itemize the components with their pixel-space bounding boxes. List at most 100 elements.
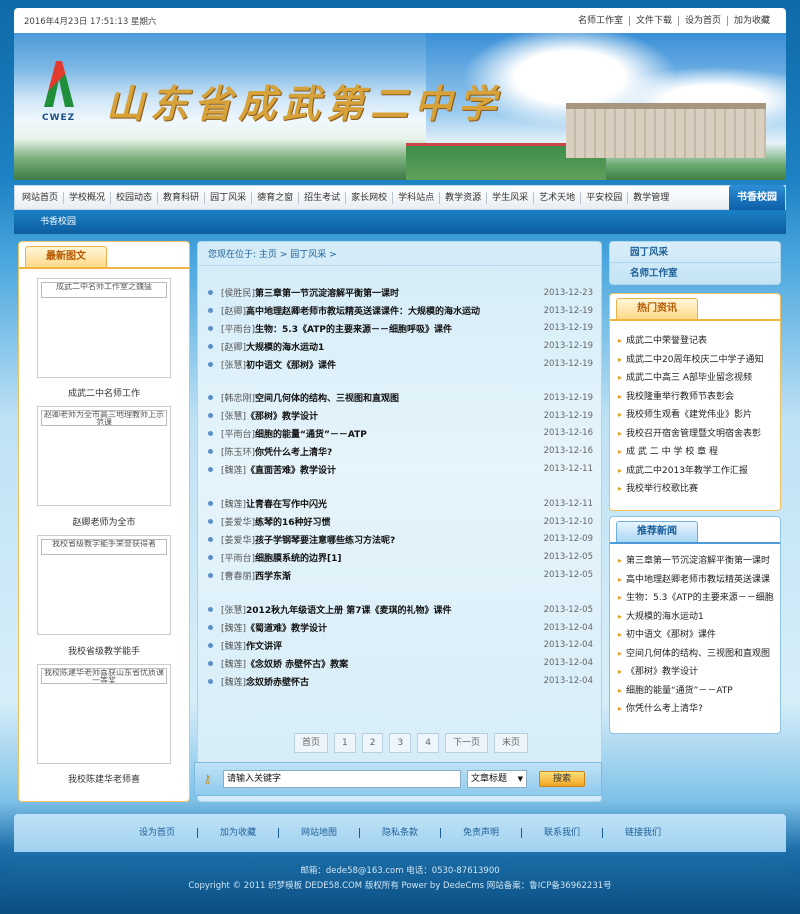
sub-nav-reading[interactable]: 书香校园 — [40, 217, 76, 227]
nav-item-parents[interactable]: 家长网校 — [346, 191, 394, 204]
nav-item-management[interactable]: 教学管理 — [628, 192, 674, 204]
search-type-select[interactable]: 文章标题 — [467, 770, 527, 788]
footer-link-link-us[interactable]: 链接我们 — [603, 828, 683, 838]
hot-news-tab[interactable]: 热门资讯 — [616, 298, 698, 320]
recommended-news-tab[interactable]: 推荐新闻 — [616, 521, 698, 543]
list-item[interactable]: 成武二中20周年校庆二中学子通知 — [618, 351, 776, 370]
pager-page-1[interactable]: 1 — [334, 733, 356, 753]
search-button[interactable]: 搜索 — [539, 771, 585, 787]
menu-item-teachers[interactable]: 园丁风采 — [610, 242, 780, 263]
nav-item-subjects[interactable]: 学科站点 — [393, 191, 441, 204]
article-title[interactable]: 《直面苦难》教学设计 — [246, 463, 533, 476]
article-title[interactable]: 《念奴娇 赤壁怀古》教案 — [246, 657, 533, 670]
top-link-set-home[interactable]: 设为首页 — [677, 15, 727, 26]
list-item[interactable]: [张慧] 初中语文《那树》课件 2013-12-19 — [208, 355, 593, 373]
article-title[interactable]: 第三章第一节沉淀溶解平衡第一课时 — [255, 286, 533, 299]
pager-page-3[interactable]: 3 — [389, 733, 412, 753]
footer-link-disclaimer[interactable]: 免责声明 — [441, 828, 523, 838]
nav-item-admissions[interactable]: 招生考试 — [299, 191, 347, 204]
nav-item-moral[interactable]: 德育之窗 — [252, 191, 300, 204]
article-title[interactable]: 生物：5.3《ATP的主要来源－－细胞呼吸》课件 — [255, 322, 533, 335]
nav-item-home[interactable]: 网站首页 — [17, 191, 65, 204]
article-title[interactable]: 西学东渐 — [255, 569, 533, 582]
list-item[interactable]: [侯胜民] 第三章第一节沉淀溶解平衡第一课时 2013-12-23 — [208, 284, 593, 302]
article-title[interactable]: 孩子学钢琴要注意哪些练习方法呢? — [255, 533, 533, 546]
list-item[interactable]: [魏莲] 作文讲评 2013-12-04 — [208, 637, 593, 655]
article-title[interactable]: 空间几何体的结构、三视图和直观图 — [255, 391, 533, 404]
nav-item-reading-active[interactable]: 书香校园 — [729, 185, 785, 210]
nav-item-arts[interactable]: 艺术天地 — [534, 191, 582, 204]
list-item[interactable]: 初中语文《那树》课件 — [618, 626, 776, 645]
list-item[interactable]: 高中地理赵卿老师市教坛精英送课课 — [618, 571, 776, 590]
footer-link-privacy[interactable]: 隐私条款 — [360, 828, 441, 838]
list-item[interactable]: [赵卿] 大规模的海水运动1 2013-12-19 — [208, 337, 593, 355]
pager-page-2[interactable]: 2 — [361, 733, 384, 753]
nav-item-research[interactable]: 教育科研 — [158, 191, 206, 204]
nav-item-campus-news[interactable]: 校园动态 — [111, 191, 159, 204]
list-item[interactable]: [张慧] 《那树》教学设计 2013-12-19 — [208, 407, 593, 425]
list-item[interactable]: [魏莲] 《念奴娇 赤壁怀古》教案 2013-12-04 — [208, 654, 593, 672]
list-item[interactable]: [姜爱华] 孩子学钢琴要注意哪些练习方法呢? 2013-12-09 — [208, 531, 593, 549]
article-title[interactable]: 作文讲评 — [246, 639, 533, 652]
pager-first[interactable]: 首页 — [294, 733, 329, 753]
list-item[interactable]: [曹春丽] 西学东渐 2013-12-05 — [208, 566, 593, 584]
nav-item-students[interactable]: 学生风采 — [487, 191, 535, 204]
article-title[interactable]: 2012秋九年级语文上册 第7课《麦琪的礼物》课件 — [246, 603, 533, 616]
list-item[interactable]: [姜爱华] 练琴的16种好习惯 2013-12-10 — [208, 513, 593, 531]
article-title[interactable]: 练琴的16种好习惯 — [255, 515, 533, 528]
list-item[interactable]: [魏莲] 《直面苦难》教学设计 2013-12-11 — [208, 460, 593, 478]
pager-next[interactable]: 下一页 — [444, 733, 488, 753]
top-link-studio[interactable]: 名师工作室 — [572, 16, 629, 26]
list-item[interactable]: 成武二中高三 A部毕业留念视频 — [618, 369, 776, 388]
image-thumb-1[interactable]: 成武二中名师工作室之魏猛 — [37, 278, 171, 378]
list-item[interactable]: [韩忠刚] 空间几何体的结构、三视图和直观图 2013-12-19 — [208, 389, 593, 407]
list-item[interactable]: 你凭什么考上清华? — [618, 700, 776, 719]
pager-page-4[interactable]: 4 — [417, 733, 439, 753]
image-thumb-2[interactable]: 赵卿老师为全市高三地理教师上示范课 — [37, 406, 171, 506]
list-item[interactable]: [赵卿] 高中地理赵卿老师市教坛精英送课课件：大规模的海水运动 2013-12-19 — [208, 302, 593, 320]
article-title[interactable]: 念奴娇赤壁怀古 — [246, 675, 533, 688]
footer-link-set-home[interactable]: 设为首页 — [117, 828, 198, 838]
footer-link-bookmark[interactable]: 加为收藏 — [198, 828, 279, 838]
article-title[interactable]: 细胞膜系统的边界[1] — [255, 551, 533, 564]
list-item[interactable]: 空间几何体的结构、三视图和直观图 — [618, 645, 776, 664]
article-title[interactable]: 让青春在写作中闪光 — [246, 497, 533, 510]
image-thumb-3[interactable]: 我校省级教学能手荣誉获得者 — [37, 535, 171, 635]
list-item[interactable]: [平雨台] 生物：5.3《ATP的主要来源－－细胞呼吸》课件 2013-12-19 — [208, 320, 593, 338]
breadcrumb-home[interactable]: 主页 — [259, 250, 277, 260]
breadcrumb-current[interactable]: 园丁风采 — [290, 250, 326, 260]
list-item[interactable]: 我校隆重举行教师节表彰会 — [618, 388, 776, 407]
pager-last[interactable]: 末页 — [493, 733, 528, 753]
list-item[interactable]: 成 武 二 中 学 校 章 程 — [618, 443, 776, 462]
nav-item-resources[interactable]: 教学资源 — [440, 191, 488, 204]
list-item[interactable]: [平雨台] 细胞的能量“通货”－－ATP 2013-12-16 — [208, 425, 593, 443]
image-thumb-4[interactable]: 我校陈建华老师喜获山东省优质课一等奖 — [37, 664, 171, 764]
latest-images-tab[interactable]: 最新图文 — [25, 246, 107, 268]
list-item[interactable]: [陈玉环] 你凭什么考上清华? 2013-12-16 — [208, 442, 593, 460]
list-item[interactable]: 第三章第一节沉淀溶解平衡第一课时 — [618, 552, 776, 571]
nav-item-safety[interactable]: 平安校园 — [581, 191, 629, 204]
list-item[interactable]: [张慧] 2012秋九年级语文上册 第7课《麦琪的礼物》课件 2013-12-05 — [208, 601, 593, 619]
article-title[interactable]: 《那树》教学设计 — [246, 409, 533, 422]
list-item[interactable]: 生物：5.3《ATP的主要来源－－细胞 — [618, 589, 776, 608]
list-item[interactable]: 我校师生观看《建党伟业》影片 — [618, 406, 776, 425]
image-caption-1[interactable]: 成武二中名师工作 — [19, 386, 189, 399]
article-title[interactable]: 《蜀道难》教学设计 — [246, 621, 533, 634]
menu-item-studio[interactable]: 名师工作室 — [610, 263, 780, 284]
article-title[interactable]: 大规模的海水运动1 — [246, 340, 533, 353]
list-item[interactable]: 我校举行校歌比赛 — [618, 480, 776, 499]
list-item[interactable]: 成武二中荣誉登记表 — [618, 332, 776, 351]
article-title[interactable]: 初中语文《那树》课件 — [246, 358, 533, 371]
article-title[interactable]: 你凭什么考上清华? — [255, 445, 533, 458]
list-item[interactable]: [平雨台] 细胞膜系统的边界[1] 2013-12-05 — [208, 548, 593, 566]
list-item[interactable]: 成武二中2013年教学工作汇报 — [618, 462, 776, 481]
list-item[interactable]: [魏莲] 让青春在写作中闪光 2013-12-11 — [208, 495, 593, 513]
list-item[interactable]: 细胞的能量“通货”－－ATP — [618, 682, 776, 701]
search-input[interactable]: 请输入关键字 — [223, 770, 461, 788]
article-title[interactable]: 细胞的能量“通货”－－ATP — [255, 427, 533, 440]
list-item[interactable]: [魏莲] 《蜀道难》教学设计 2013-12-04 — [208, 619, 593, 637]
footer-link-contact[interactable]: 联系我们 — [522, 828, 604, 838]
list-item[interactable]: 我校召开宿舍管理暨文明宿舍表彰 — [618, 425, 776, 444]
image-caption-2[interactable]: 赵卿老师为全市 — [19, 515, 189, 528]
image-caption-3[interactable]: 我校省级教学能手 — [19, 644, 189, 657]
